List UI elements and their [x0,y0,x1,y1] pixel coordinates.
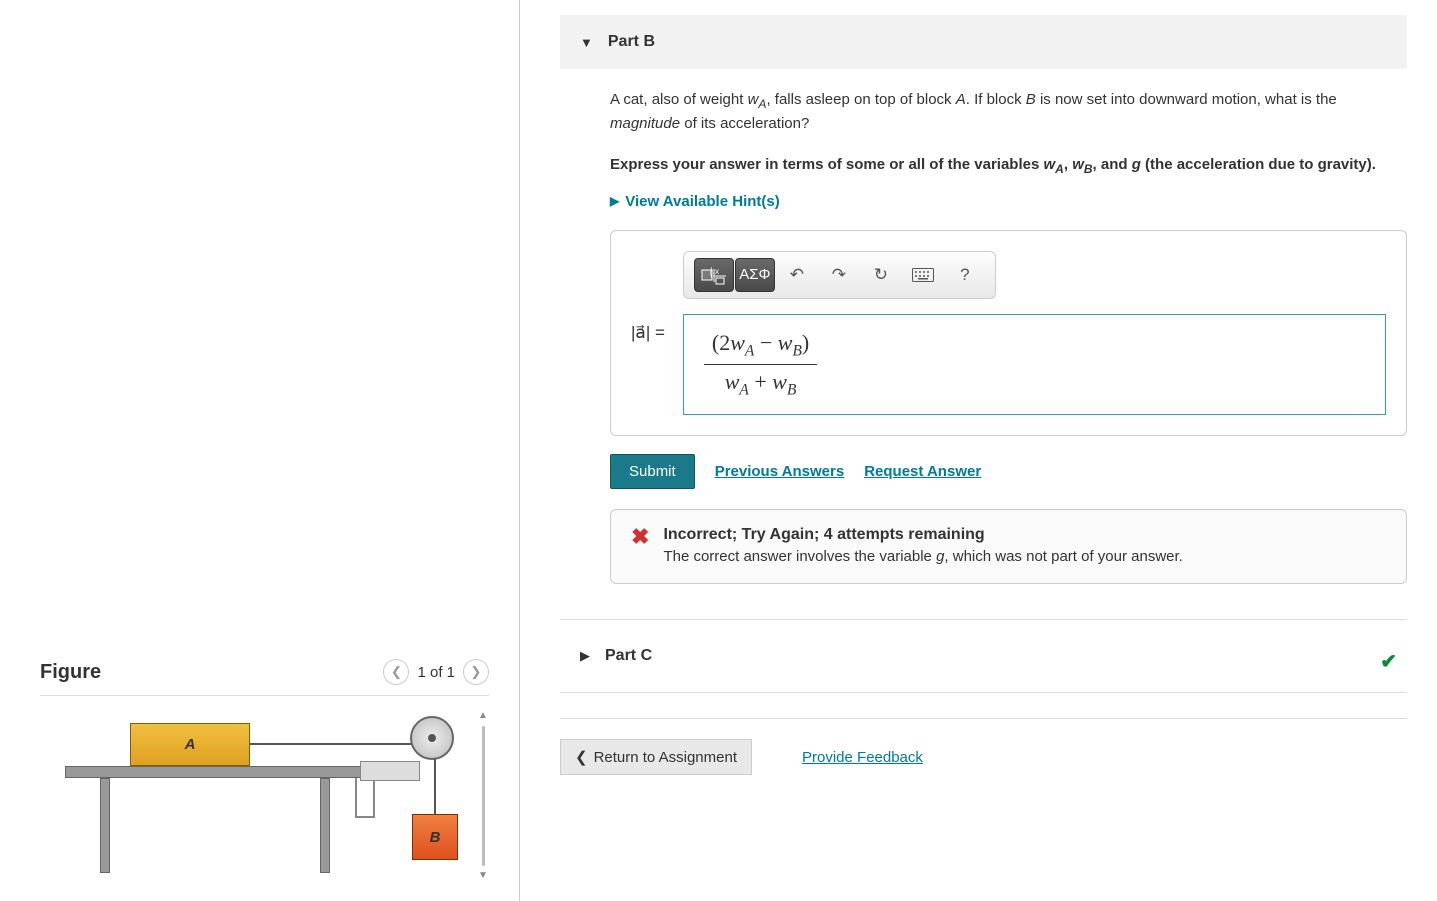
submit-button[interactable]: Submit [610,454,695,489]
expand-icon: ▶ [580,648,590,664]
block-b-label: B [412,814,458,860]
question-text: A cat, also of weight wA, falls asleep o… [610,89,1407,136]
chevron-left-icon: ❮ [575,748,588,766]
right-pane: ▼ Part B A cat, also of weight wA, falls… [520,0,1437,901]
request-answer-link[interactable]: Request Answer [864,463,981,480]
greek-tool-button[interactable]: ΑΣΦ [735,258,775,292]
answer-label: |a⃗| = [631,323,665,343]
figure-counter: 1 of 1 [417,664,455,681]
block-a-label: A [130,723,250,766]
svg-text:x: x [715,267,719,276]
redo-button[interactable]: ↷ [819,258,859,292]
help-button[interactable]: ? [945,258,985,292]
figure-header: Figure ❮ 1 of 1 ❯ [40,659,489,696]
provide-feedback-link[interactable]: Provide Feedback [802,749,923,766]
expand-icon: ▶ [610,194,619,208]
equation-toolbar: x ΑΣΦ ↶ ↷ ↻ ? [683,251,996,299]
return-button[interactable]: ❮ Return to Assignment [560,739,752,775]
correct-icon: ✔ [1380,649,1397,674]
part-b-body: A cat, also of weight wA, falls asleep o… [560,69,1407,604]
part-c-header[interactable]: ▶ Part C [560,635,1407,677]
previous-answers-link[interactable]: Previous Answers [715,463,845,480]
figure-next-button[interactable]: ❯ [463,659,489,685]
collapse-icon: ▼ [580,35,593,50]
instruction-text: Express your answer in terms of some or … [610,154,1407,178]
scroll-up-icon[interactable]: ▲ [477,711,489,721]
action-row: Submit Previous Answers Request Answer [610,454,1407,489]
incorrect-icon: ✖ [631,526,649,567]
part-c-title: Part C [605,647,652,665]
keyboard-button[interactable] [903,258,943,292]
feedback-title: Incorrect; Try Again; 4 attempts remaini… [663,526,1182,544]
template-tool-button[interactable]: x [694,258,734,292]
reset-button[interactable]: ↻ [861,258,901,292]
answer-input[interactable]: (2wA − wB) wA + wB [683,314,1386,416]
scroll-down-icon[interactable]: ▼ [477,871,489,881]
answer-box: |a⃗| = x ΑΣΦ ↶ ↷ ↻ ? [610,230,1407,437]
figure-diagram: A B [40,711,467,881]
figure-scrollbar[interactable]: ▲ ▼ [477,711,489,881]
part-b-header[interactable]: ▼ Part B [560,15,1407,69]
figure-title: Figure [40,661,101,684]
undo-button[interactable]: ↶ [777,258,817,292]
figure-prev-button[interactable]: ❮ [383,659,409,685]
feedback-message: The correct answer involves the variable… [663,546,1182,567]
footer-row: ❮ Return to Assignment Provide Feedback [560,718,1407,775]
left-pane: Figure ❮ 1 of 1 ❯ A [0,0,520,901]
figure-section: Figure ❮ 1 of 1 ❯ A [40,659,489,881]
feedback-box: ✖ Incorrect; Try Again; 4 attempts remai… [610,509,1407,584]
figure-nav: ❮ 1 of 1 ❯ [383,659,489,685]
view-hints-link[interactable]: ▶ View Available Hint(s) [610,193,1407,210]
figure-body: A B ▲ ▼ [40,711,489,881]
part-b-title: Part B [608,33,655,51]
